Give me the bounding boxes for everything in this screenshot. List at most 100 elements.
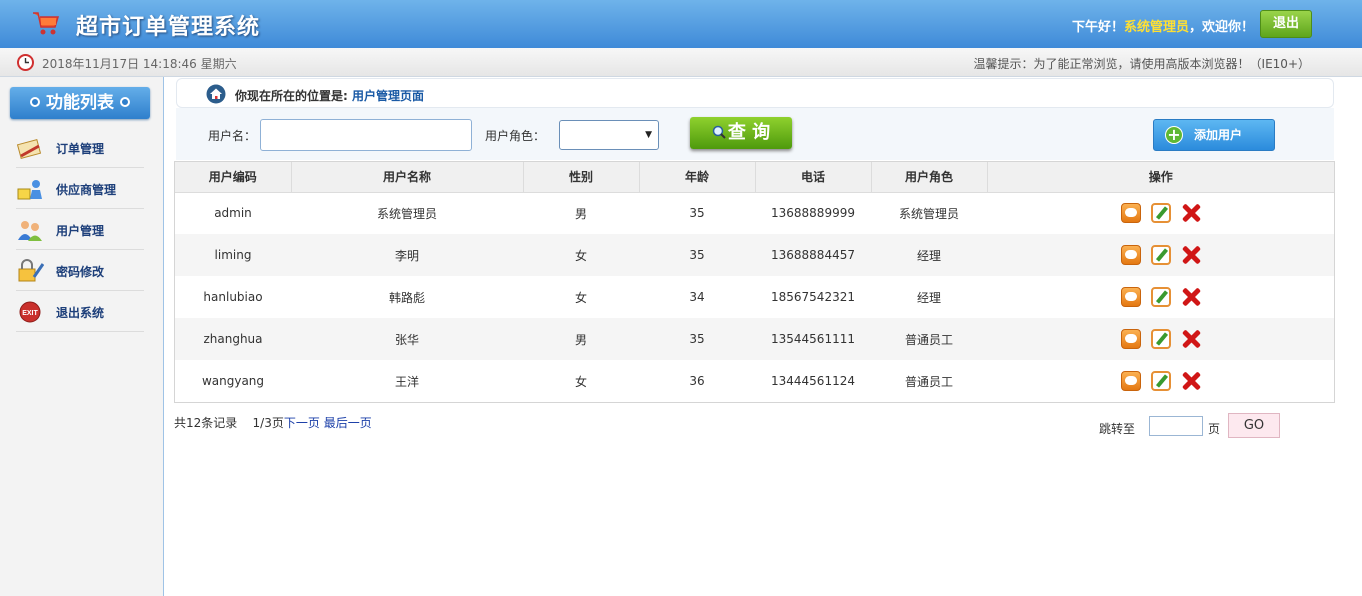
table-row: admin 系统管理员 男 35 13688889999 系统管理员	[175, 192, 1334, 234]
user-code-cell: admin	[214, 206, 252, 221]
sidebar-item-orders[interactable]: 订单管理	[16, 127, 144, 168]
page-unit-label: 页	[1208, 422, 1221, 436]
view-icon[interactable]	[1120, 203, 1141, 224]
sidebar-item-suppliers[interactable]: 供应商管理	[16, 168, 144, 209]
user-code-cell: wangyang	[201, 374, 265, 388]
add-user-label: 添加用户	[1194, 128, 1243, 142]
delete-icon[interactable]	[1181, 203, 1201, 223]
column-header: 电话	[755, 162, 872, 193]
sidebar-item-exit[interactable]: EXIT 退出系统	[16, 291, 144, 332]
clock-icon	[17, 54, 34, 71]
edit-icon[interactable]	[1150, 245, 1171, 265]
user-name-cell: 李明	[291, 234, 523, 276]
current-username: 系统管理员	[1123, 20, 1189, 35]
actions-cell	[987, 360, 1334, 402]
delete-icon[interactable]	[1181, 287, 1201, 307]
pagination: 共12条记录 1/3页下一页 最后一页	[174, 414, 372, 431]
role-cell: 系统管理员	[898, 206, 959, 221]
actions-cell	[987, 318, 1334, 360]
browser-tip: 温馨提示：为了能正常浏览，请使用高版本浏览器！（IE10+）	[973, 57, 1310, 71]
last-page-link[interactable]: 最后一页	[324, 416, 372, 430]
edit-icon[interactable]	[1150, 287, 1171, 307]
edit-icon[interactable]	[1150, 203, 1171, 224]
user-name-cell: 韩路彪	[388, 290, 425, 305]
age-cell: 36	[689, 374, 705, 388]
phone-cell: 13544561111	[755, 318, 871, 360]
column-header: 年龄	[639, 162, 756, 193]
next-page-link[interactable]: 下一页	[284, 416, 320, 430]
gender-cell: 女	[523, 234, 639, 276]
delete-icon[interactable]	[1181, 329, 1201, 349]
search-bar: 用户名： 用户角色： ▼ 查 询 + 添加用户	[176, 108, 1334, 160]
actions-cell	[987, 192, 1334, 234]
gender-cell: 男	[523, 318, 639, 360]
svg-text:EXIT: EXIT	[22, 310, 38, 317]
app-title: 超市订单管理系统	[76, 15, 261, 40]
sidebar: 功能列表 订单管理 供应商管理 用户管理 密码修改 EXIT 退出系统	[0, 77, 164, 596]
breadcrumb-prefix: 你现在所在的位置是:	[235, 89, 348, 103]
phone-cell: 13444561124	[771, 374, 855, 388]
table-row: hanlubiao 韩路彪 女 34 18567542321 经理	[175, 276, 1334, 318]
sidebar-item-label: 用户管理	[56, 224, 105, 238]
user-name-cell: 张华	[291, 318, 523, 360]
sidebar-item-password[interactable]: 密码修改	[16, 250, 144, 291]
gender-cell: 男	[574, 206, 587, 221]
age-cell: 35	[689, 206, 705, 221]
shopping-cart-icon	[33, 12, 60, 35]
logout-button[interactable]: 退出	[1260, 10, 1312, 38]
view-icon[interactable]	[1120, 329, 1141, 349]
supplier-icon	[17, 180, 42, 200]
username-search-input[interactable]	[260, 119, 472, 151]
password-icon	[18, 259, 44, 282]
edit-icon[interactable]	[1150, 371, 1171, 391]
sidebar-item-label: 供应商管理	[56, 183, 117, 197]
bullet-icon	[120, 96, 130, 107]
add-user-button[interactable]: + 添加用户	[1153, 119, 1275, 151]
column-header: 操作	[987, 162, 1334, 193]
breadcrumb-text: 你现在所在的位置是: 用户管理页面	[235, 87, 424, 104]
jump-label: 跳转至	[1099, 422, 1136, 436]
breadcrumb: 你现在所在的位置是: 用户管理页面	[176, 78, 1334, 108]
view-icon[interactable]	[1120, 371, 1141, 391]
column-header: 性别	[523, 162, 640, 193]
edit-icon[interactable]	[1150, 329, 1171, 349]
actions-cell	[987, 276, 1334, 318]
view-icon[interactable]	[1120, 287, 1141, 307]
delete-icon[interactable]	[1181, 371, 1201, 391]
jump-page-input[interactable]	[1149, 416, 1203, 436]
age-cell: 34	[689, 290, 705, 304]
gender-cell: 女	[574, 290, 587, 305]
table-row: wangyang 王洋 女 36 13444561124 普通员工	[175, 360, 1334, 402]
view-icon[interactable]	[1120, 245, 1141, 265]
age-cell: 35	[639, 234, 755, 276]
search-icon	[712, 125, 726, 139]
current-datetime: 2018年11月17日 14:18:46 星期六	[42, 57, 237, 71]
delete-icon[interactable]	[1181, 245, 1201, 265]
age-cell: 35	[639, 318, 755, 360]
sidebar-menu: 订单管理 供应商管理 用户管理 密码修改 EXIT 退出系统	[16, 127, 144, 332]
gender-cell: 女	[574, 374, 587, 389]
role-select[interactable]: ▼	[559, 120, 659, 150]
sidebar-item-label: 密码修改	[56, 265, 105, 279]
greeting-prefix: 下午好！	[1071, 20, 1124, 35]
user-name-cell: 王洋	[394, 374, 419, 389]
top-header: 超市订单管理系统 下午好！系统管理员，欢迎你！ 退出	[0, 0, 1362, 48]
go-button[interactable]: GO	[1228, 413, 1280, 438]
role-cell: 普通员工	[871, 318, 987, 360]
phone-cell: 13688884457	[755, 234, 871, 276]
sidebar-item-users[interactable]: 用户管理	[16, 209, 144, 250]
plus-icon: +	[1165, 126, 1183, 144]
column-header: 用户名称	[291, 162, 524, 193]
dropdown-arrow-icon: ▼	[645, 130, 652, 140]
table-row: liming 李明 女 35 13688884457 经理	[175, 234, 1334, 276]
user-code-cell: zhanghua	[175, 318, 291, 360]
role-cell: 经理	[916, 290, 941, 305]
page-info: 1/3页	[252, 416, 284, 430]
actions-cell	[987, 234, 1334, 276]
breadcrumb-current[interactable]: 用户管理页面	[352, 89, 424, 103]
user-table: 用户编码 用户名称 性别 年龄 电话 用户角色 操作 admin 系统管理员 男…	[174, 161, 1335, 403]
bullet-icon	[30, 96, 40, 107]
sidebar-item-label: 订单管理	[56, 142, 105, 156]
query-button[interactable]: 查 询	[690, 117, 792, 149]
info-bar: 2018年11月17日 14:18:46 星期六 温馨提示：为了能正常浏览，请使…	[0, 48, 1362, 77]
